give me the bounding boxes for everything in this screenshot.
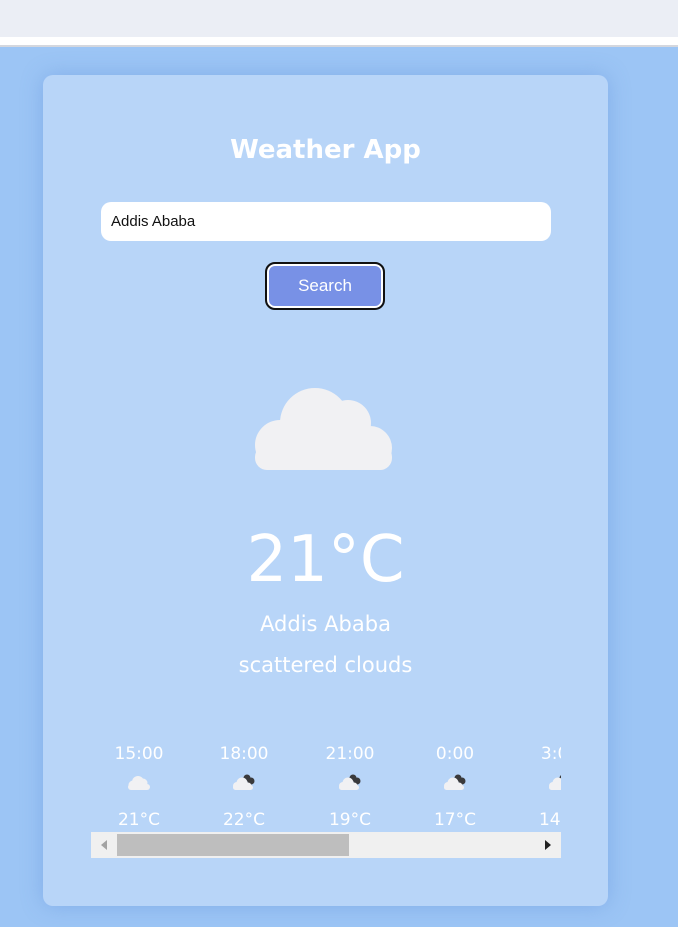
weather-card: Weather App Search 21°C Addis Ababa scat… xyxy=(43,75,608,906)
cloud-with-dark-cloud-icon xyxy=(444,774,466,790)
forecast-time: 0:00 xyxy=(435,744,475,764)
forecast-item: 18:00 22°C xyxy=(196,740,292,832)
forecast-scrollbar[interactable] xyxy=(91,832,561,858)
forecast-item: 0:00 17°C xyxy=(407,740,503,832)
forecast-temperature: 14°C xyxy=(538,810,561,830)
browser-divider xyxy=(0,45,678,47)
browser-toolbar xyxy=(0,0,678,37)
cloud-icon xyxy=(255,388,392,470)
light-cloud-icon xyxy=(128,776,150,790)
weather-description: scattered clouds xyxy=(238,653,413,677)
forecast-temperature: 17°C xyxy=(433,810,476,830)
forecast-temperature: 19°C xyxy=(328,810,371,830)
hourly-forecast[interactable]: 15:00 21°C 18:00 22°C 21:00 19°C 0:00 17… xyxy=(91,740,561,832)
cloud-with-dark-cloud-icon xyxy=(549,775,561,790)
forecast-item: 15:00 21°C xyxy=(91,740,187,832)
forecast-item: 21:00 19°C xyxy=(302,740,398,832)
forecast-temperature: 21°C xyxy=(117,810,160,830)
forecast-time: 21:00 xyxy=(325,744,375,764)
search-button[interactable]: Search xyxy=(265,262,385,310)
cloud-with-dark-cloud-icon xyxy=(233,774,255,790)
forecast-track: 15:00 21°C 18:00 22°C 21:00 19°C 0:00 17… xyxy=(91,740,561,832)
app-title: Weather App xyxy=(230,135,421,165)
city-search-input[interactable] xyxy=(101,202,551,241)
forecast-time: 3:00 xyxy=(540,744,561,764)
scrollbar-thumb[interactable] xyxy=(117,834,349,856)
forecast-time: 15:00 xyxy=(114,744,164,764)
forecast-temperature: 22°C xyxy=(222,810,265,830)
forecast-time: 18:00 xyxy=(219,744,269,764)
browser-bar-gap xyxy=(0,37,678,45)
forecast-item: 3:00 14°C xyxy=(512,740,561,832)
current-temperature: 21°C xyxy=(246,523,405,597)
cloud-with-dark-cloud-icon xyxy=(339,774,361,790)
scroll-left-arrow-icon[interactable] xyxy=(91,832,117,858)
scroll-right-arrow-icon[interactable] xyxy=(535,832,561,858)
current-city: Addis Ababa xyxy=(260,612,391,636)
